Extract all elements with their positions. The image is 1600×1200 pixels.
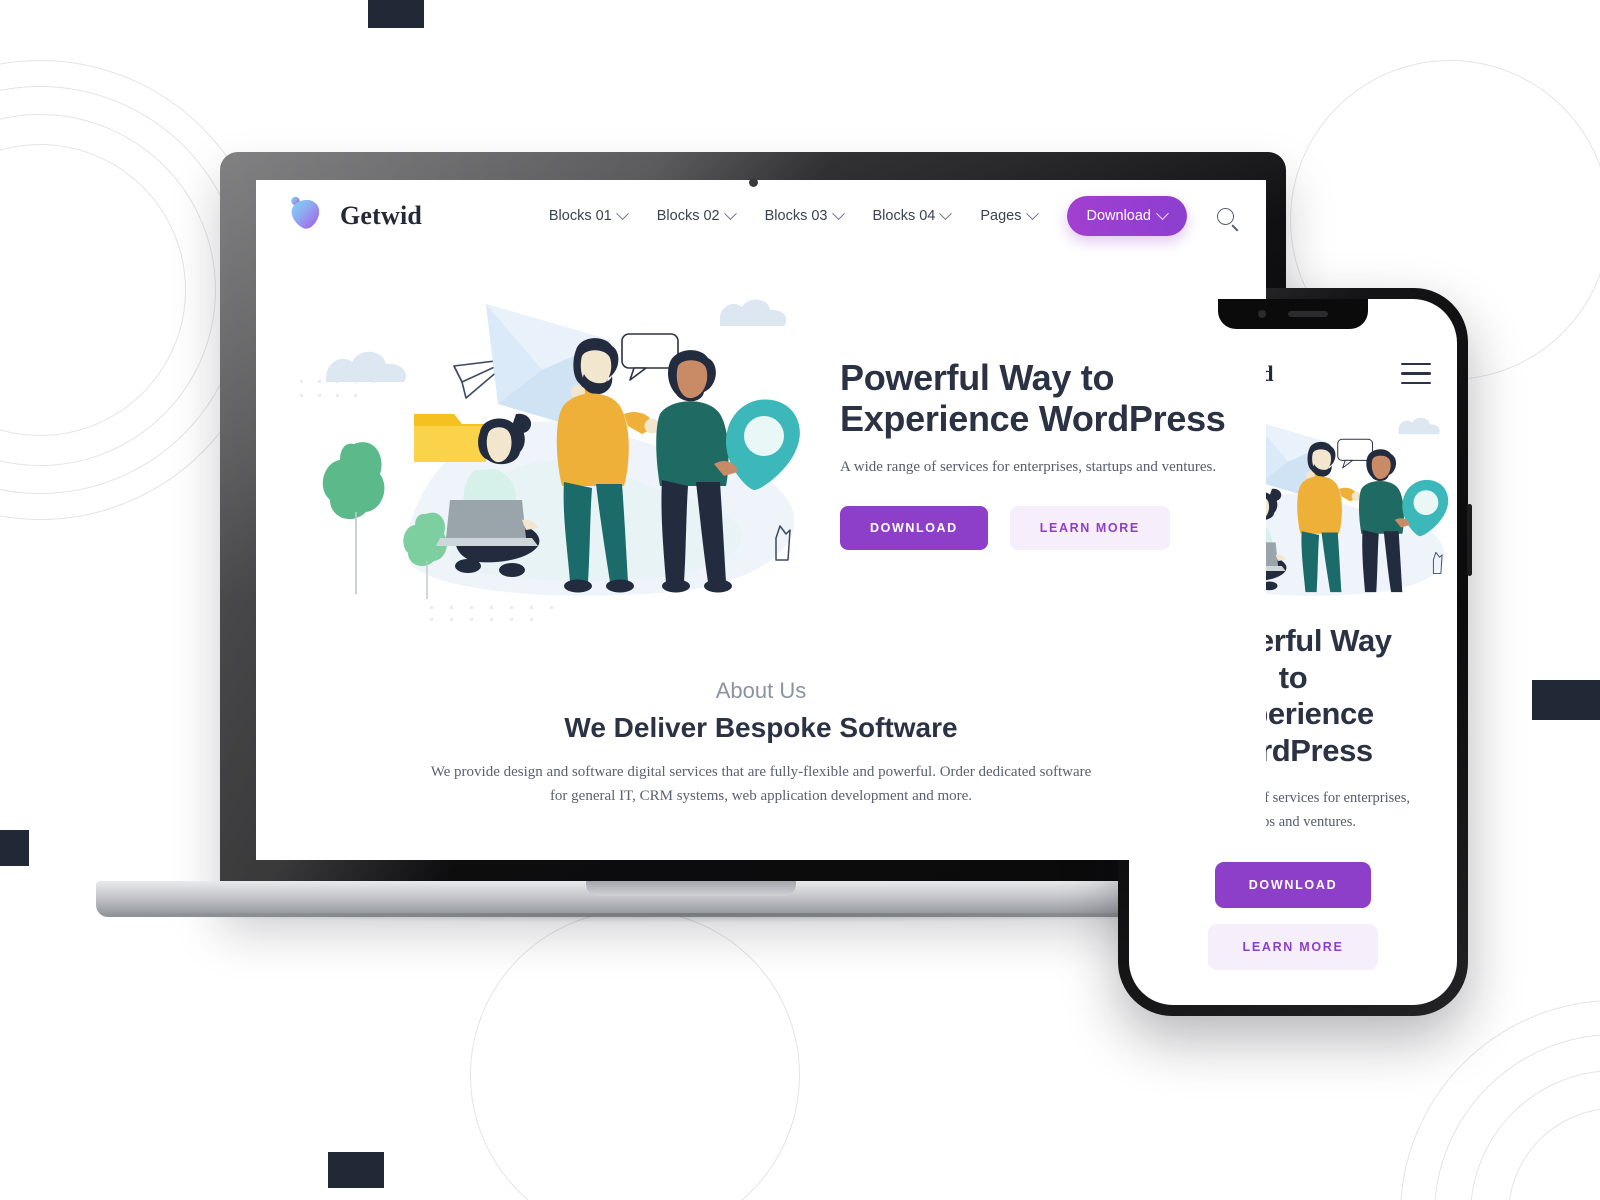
nav-item-label: Blocks 01 [548, 208, 612, 224]
webcam-icon [749, 178, 758, 187]
hero-section: Powerful Way to Experience WordPress A w… [256, 252, 1266, 652]
chevron-down-icon [723, 206, 737, 220]
hero-title: Powerful Way to Experience WordPress [840, 358, 1266, 439]
main-nav: Blocks 01 Blocks 02 Blocks 03 Blocks 04 … [549, 196, 1234, 236]
about-text: We provide design and software digital s… [430, 764, 1092, 804]
search-icon[interactable] [1217, 207, 1234, 225]
deco-square-right [1532, 680, 1600, 720]
nav-item-label: Pages [980, 208, 1022, 224]
hero-subtitle: A wide range of services for enterprises… [840, 458, 1217, 475]
front-camera-icon [1258, 310, 1266, 318]
hero-illustration [290, 274, 810, 634]
nav-item-label: Blocks 04 [872, 208, 936, 224]
nav-item-label: Blocks 03 [764, 208, 828, 224]
nav-item-pages[interactable]: Pages [980, 206, 1039, 224]
chevron-down-icon [1025, 206, 1039, 220]
deco-square-left [0, 830, 29, 866]
laptop-mockup: Getwid Blocks 01 Blocks 02 Blocks 03 Blo… [96, 152, 1286, 923]
hero-learn-more-button[interactable]: LEARN MORE [1009, 505, 1170, 550]
earpiece-speaker-icon [1288, 311, 1328, 317]
about-eyebrow: About Us [715, 678, 807, 703]
hero-actions: DOWNLOAD LEARN MORE [840, 505, 1266, 550]
brand-logo[interactable]: Getwid [284, 192, 422, 241]
hero-title-line-2: Experience WordPress [840, 397, 1226, 439]
getwid-blob-logo-icon [284, 192, 328, 241]
chevron-down-icon [939, 206, 953, 220]
laptop-lid: Getwid Blocks 01 Blocks 02 Blocks 03 Blo… [220, 152, 1286, 904]
deco-rings-bottom-center [470, 910, 800, 1200]
phone-notch [1218, 299, 1368, 329]
deco-rings-bottom-right [1400, 1000, 1600, 1200]
hero-download-button[interactable]: DOWNLOAD [840, 505, 988, 550]
hero-title-line-1: Powerful Way to [840, 357, 1115, 399]
brand-name: Getwid [340, 201, 423, 230]
hero-copy: Powerful Way to Experience WordPress A w… [810, 358, 1266, 550]
phone-hero-actions: DOWNLOAD LEARN MORE [1129, 861, 1457, 970]
nav-download-button[interactable]: Download [1066, 196, 1187, 236]
nav-item-blocks-03[interactable]: Blocks 03 [764, 206, 845, 224]
hamburger-menu-icon[interactable] [1401, 362, 1431, 385]
phone-hero-title-line-2: to [1278, 659, 1308, 695]
laptop-screen: Getwid Blocks 01 Blocks 02 Blocks 03 Blo… [256, 180, 1266, 860]
chevron-down-icon [615, 206, 629, 220]
nav-item-blocks-04[interactable]: Blocks 04 [872, 206, 953, 224]
deco-square-top [368, 0, 424, 28]
nav-item-blocks-02[interactable]: Blocks 02 [656, 206, 737, 224]
about-section: About Us We Deliver Bespoke Software We … [256, 652, 1266, 808]
phone-learn-more-button[interactable]: LEARN MORE [1208, 923, 1378, 970]
chevron-down-icon [1156, 206, 1169, 220]
phone-power-button[interactable] [1467, 504, 1472, 576]
nav-item-blocks-01[interactable]: Blocks 01 [548, 206, 629, 224]
screenshot-canvas: Getwid Blocks 01 Blocks 02 Blocks 03 Blo… [0, 0, 1600, 1200]
deco-square-bottom [328, 1152, 384, 1188]
nav-download-label: Download [1086, 208, 1152, 224]
site-header: Getwid Blocks 01 Blocks 02 Blocks 03 Blo… [256, 180, 1266, 252]
laptop-base [96, 881, 1286, 917]
nav-item-label: Blocks 02 [656, 208, 720, 224]
laptop-shadow [96, 913, 1286, 923]
chevron-down-icon [831, 206, 845, 220]
phone-download-button[interactable]: DOWNLOAD [1214, 861, 1372, 908]
about-title: We Deliver Bespoke Software [564, 712, 958, 743]
